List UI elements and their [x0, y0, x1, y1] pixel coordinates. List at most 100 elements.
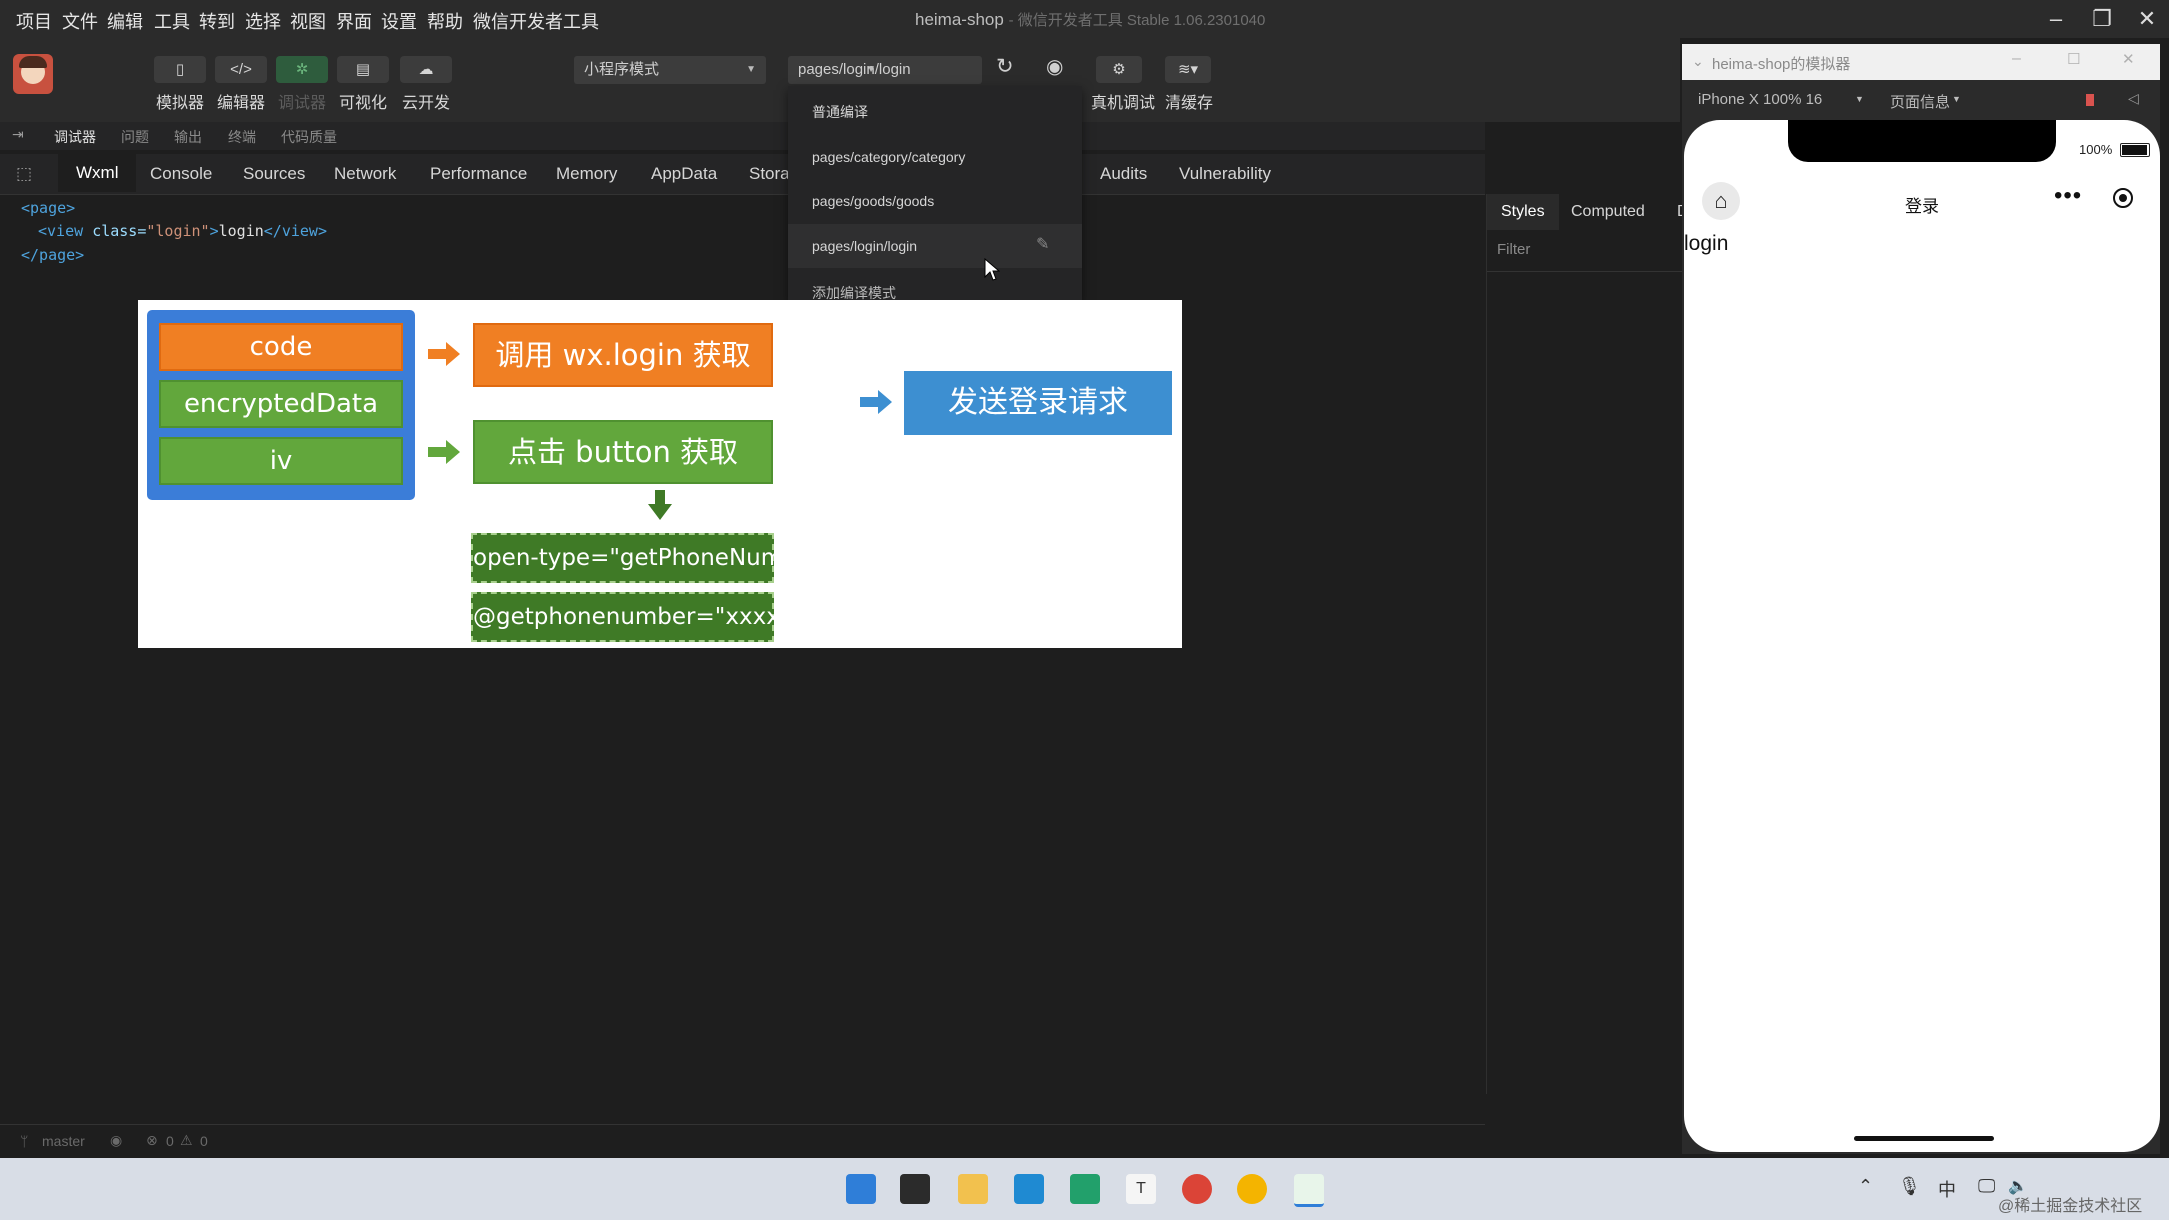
vscode-insiders-icon[interactable] [1070, 1174, 1100, 1204]
debugger-toggle-button[interactable]: ✲ [276, 56, 328, 83]
mode-select-value: 小程序模式 [584, 61, 660, 78]
edit-icon[interactable]: ✎ [1036, 234, 1049, 254]
avatar[interactable] [13, 54, 53, 94]
styles-filter-input[interactable]: Filter [1497, 241, 1530, 258]
menu-file[interactable]: 文件 [62, 8, 98, 34]
menu-goto[interactable]: 转到 [199, 8, 235, 34]
mouse-cursor-icon [984, 258, 1000, 281]
sound-icon[interactable]: ◁ [2128, 90, 2139, 107]
simulator-titlebar: ⌄ heima-shop的模拟器 – ☐ ✕ [1682, 44, 2160, 80]
tab-memory[interactable]: Memory [556, 164, 617, 184]
dropdown-item-category[interactable]: pages/category/category [812, 149, 965, 165]
editor-toggle-button[interactable]: </> [215, 56, 267, 83]
record-icon[interactable] [2086, 94, 2094, 106]
git-branch[interactable]: master [42, 1133, 85, 1149]
simulator-toggle-button[interactable]: ▯ [154, 56, 206, 83]
tab-appdata[interactable]: AppData [651, 164, 717, 184]
network-icon[interactable]: 🖵 [1978, 1176, 1995, 1197]
menu-edit[interactable]: 编辑 [107, 8, 143, 34]
tab-debugger[interactable]: 调试器 [54, 127, 96, 147]
wechat-devtools-icon[interactable] [1294, 1174, 1324, 1207]
param-code: code [159, 323, 403, 371]
menu-interface[interactable]: 界面 [336, 8, 372, 34]
tab-computed[interactable]: Computed [1571, 203, 1645, 221]
app-version: - 微信开发者工具 Stable 1.06.2301040 [1008, 12, 1266, 29]
step-wx-login: 调用 wx.login 获取 [473, 323, 773, 387]
minimize-icon[interactable]: – [2012, 50, 2021, 68]
task-view-icon[interactable] [900, 1174, 930, 1204]
wxml-text-node: login [218, 222, 264, 240]
chrome-icon[interactable] [1182, 1174, 1212, 1204]
chevron-up-icon[interactable]: ⌃ [1858, 1176, 1873, 1197]
tab-wxml[interactable]: Wxml [58, 154, 137, 192]
capsule-close-icon[interactable] [2113, 188, 2133, 208]
menu-select[interactable]: 选择 [245, 8, 281, 34]
refresh-icon[interactable]: ↻ [996, 54, 1014, 79]
status-bar: ᛘ master ◉ ⊗ 0 ⚠ 0 [0, 1124, 1485, 1159]
tab-code-quality[interactable]: 代码质量 [281, 127, 337, 147]
restore-icon[interactable]: ☐ [2067, 50, 2080, 68]
dropdown-item-goods[interactable]: pages/goods/goods [812, 193, 934, 209]
menu-view[interactable]: 视图 [290, 8, 326, 34]
login-text: login [1684, 232, 1729, 255]
tab-output[interactable]: 输出 [174, 127, 202, 147]
real-device-debug-button[interactable]: ⚙ [1096, 56, 1142, 83]
wxml-line-view[interactable]: <view class="login">login</view> [38, 222, 327, 240]
close-icon[interactable]: ✕ [2122, 50, 2135, 68]
project-name: heima-shop [915, 10, 1004, 29]
error-count[interactable]: 0 [166, 1133, 174, 1149]
eye-icon[interactable]: ◉ [110, 1132, 122, 1149]
phone-screen: 100% ⌂ 登录 ••• login [1684, 120, 2160, 1152]
restore-icon[interactable]: ❐ [2082, 4, 2122, 34]
mode-select[interactable]: 小程序模式 ▼ [574, 56, 766, 84]
menu-wechat-devtools[interactable]: 微信开发者工具 [473, 8, 599, 34]
device-select[interactable]: iPhone X 100% 16 [1698, 91, 1822, 108]
close-icon[interactable]: ✕ [2127, 4, 2167, 34]
tab-vulnerability[interactable]: Vulnerability [1179, 164, 1271, 184]
taskbar: T ⌃ 🎙 中 🖵 🔈 @稀土掘金技术社区 [0, 1158, 2169, 1220]
login-flow-diagram: code encryptedData iv 调用 wx.login 获取 点击 … [138, 300, 1182, 648]
dropdown-item-normal-compile[interactable]: 普通编译 [812, 102, 868, 122]
attr-getphonenumber-event: @getphonenumber="xxxx" [471, 592, 790, 642]
menu-project[interactable]: 项目 [16, 8, 52, 34]
visual-toggle-button[interactable]: ▤ [337, 56, 389, 83]
vscode-icon[interactable] [1014, 1174, 1044, 1204]
menu-tools[interactable]: 工具 [154, 8, 190, 34]
tab-styles[interactable]: Styles [1487, 194, 1559, 230]
collapse-icon[interactable]: ⇥ [12, 126, 24, 143]
menu-help[interactable]: 帮助 [427, 8, 463, 34]
clear-cache-button[interactable]: ≋▾ [1165, 56, 1211, 83]
more-icon[interactable]: ••• [2054, 182, 2082, 210]
menu-bar: 项目 文件 编辑 工具 转到 选择 视图 界面 设置 帮助 微信开发者工具 he… [0, 0, 2169, 38]
wxml-line-page-close[interactable]: </page> [21, 246, 84, 264]
tab-performance[interactable]: Performance [430, 164, 527, 184]
tab-network[interactable]: Network [334, 164, 396, 184]
minimize-icon[interactable]: – [2036, 4, 2076, 34]
warning-count[interactable]: 0 [200, 1133, 208, 1149]
dropdown-item-login[interactable]: pages/login/login ✎ [788, 224, 1082, 268]
home-icon[interactable]: ⌂ [1702, 182, 1740, 220]
watermark: @稀土掘金技术社区 [1998, 1198, 2143, 1215]
step-click-button: 点击 button 获取 [473, 420, 773, 484]
browser-icon[interactable] [1237, 1174, 1267, 1204]
tab-problems[interactable]: 问题 [121, 127, 149, 147]
start-menu-icon[interactable] [846, 1174, 876, 1204]
menu-settings[interactable]: 设置 [381, 8, 417, 34]
input-language[interactable]: 中 [1938, 1176, 1956, 1202]
microphone-icon[interactable]: 🎙 [1898, 1176, 1921, 1197]
inspect-element-icon[interactable]: ⬚ [16, 164, 32, 184]
tab-console[interactable]: Console [150, 164, 212, 184]
cloud-dev-button[interactable]: ☁ [400, 56, 452, 83]
tab-terminal[interactable]: 终端 [228, 127, 256, 147]
tab-storage[interactable]: Stora [749, 164, 790, 184]
clear-cache-label: 清缓存 [1164, 95, 1213, 112]
page-info-select[interactable]: 页面信息 [1890, 91, 1950, 112]
typora-icon[interactable]: T [1126, 1174, 1156, 1204]
preview-eye-icon[interactable]: ◉ [1046, 54, 1063, 79]
tab-audits[interactable]: Audits [1100, 164, 1147, 184]
tab-sources[interactable]: Sources [243, 164, 305, 184]
file-explorer-icon[interactable] [958, 1174, 988, 1204]
arrow-right-icon [428, 342, 460, 366]
wxml-line-page-open[interactable]: <page> [21, 199, 75, 217]
compile-page-select[interactable]: pages/login/login ▼ [788, 56, 982, 84]
